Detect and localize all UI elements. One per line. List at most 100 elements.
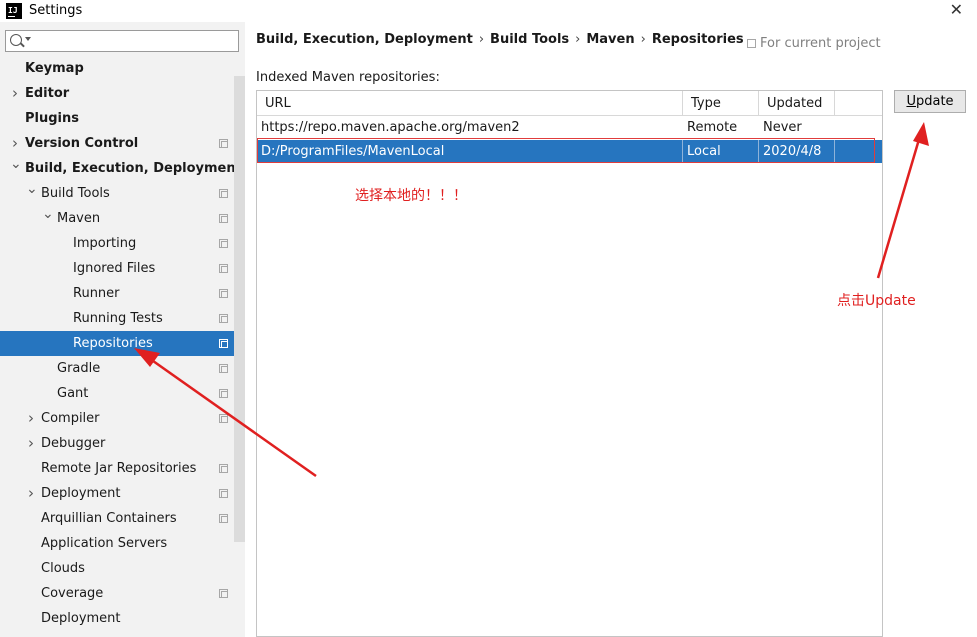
chevron-right-icon[interactable]: › [26,481,36,506]
chevron-right-icon[interactable]: › [26,431,36,456]
project-scope-icon [219,339,228,348]
breadcrumb-separator: › [478,32,485,47]
breadcrumb: Build, Execution, Deployment › Build Tools… [256,32,750,47]
sidebar-item-label: Arquillian Containers [41,511,177,526]
update-button[interactable]: Update [894,90,966,113]
table-cell-updated: Never [763,120,802,135]
sidebar-item-label: Importing [73,236,137,251]
breadcrumb-item: Maven [586,32,635,47]
column-header-type[interactable]: Type [683,91,759,116]
sidebar-item[interactable]: Application Servers [0,531,233,556]
sidebar-item-label: Running Tests [73,311,163,326]
sidebar-item[interactable]: Running Tests [0,306,233,331]
sidebar-item[interactable]: Coverage [0,581,233,606]
sidebar-item-label: Version Control [25,136,139,151]
chevron-down-icon[interactable]: ⌄ [26,177,38,202]
sidebar-item-label: Maven [57,211,101,226]
project-scope-icon [219,189,228,198]
close-icon[interactable]: ✕ [950,1,963,19]
chevron-down-icon[interactable]: ⌄ [42,202,54,227]
breadcrumb-item: Build, Execution, Deployment [256,32,473,47]
sidebar-item-label: Ignored Files [73,261,156,276]
sidebar-item[interactable]: Importing [0,231,233,256]
settings-search-box[interactable] [5,30,239,52]
sidebar-item[interactable]: Arquillian Containers [0,506,233,531]
project-scope-icon [747,39,756,48]
sidebar-item[interactable]: Plugins [0,106,233,131]
project-scope-icon [219,289,228,298]
settings-tree: Keymap › Editor Plugins › Version Control ⌄ Bui… [0,56,245,631]
sidebar-item[interactable]: Deployment [0,606,233,631]
indexed-repos-label: Indexed Maven repositories: [256,70,440,85]
sidebar-item-label: Debugger [41,436,106,451]
sidebar-item-label: Deployment [41,611,121,626]
sidebar-scrollbar[interactable] [234,76,245,542]
breadcrumb-separator: › [640,32,646,47]
project-scope-icon [219,214,228,223]
breadcrumb-separator: › [575,32,581,47]
search-icon [10,34,22,46]
chevron-down-icon[interactable] [25,37,31,41]
sidebar-item[interactable]: › Editor [0,81,233,106]
sidebar-item[interactable]: Remote Jar Repositories [0,456,233,481]
column-header-url[interactable]: URL [257,91,683,116]
annotation-highlight-box [257,138,875,163]
project-scope-icon [219,139,228,148]
sidebar-item-label: Editor [25,86,70,101]
sidebar-item[interactable]: Gant [0,381,233,406]
sidebar-item[interactable]: Ignored Files [0,256,233,281]
intellij-logo-icon: IJ [6,3,22,19]
sidebar-item-label: Coverage [41,586,104,601]
sidebar-item[interactable]: ⌄ Maven [0,206,233,231]
table-cell-url: https://repo.maven.apache.org/maven2 [261,120,520,135]
project-scope-icon [219,464,228,473]
annotation-click-update: 点击Update [837,293,916,309]
sidebar-item-label: Plugins [25,111,79,126]
project-scope-icon [219,314,228,323]
repositories-table: URL Type Updated https://repo.maven.apac… [256,90,883,637]
column-header-updated[interactable]: Updated [759,91,835,116]
sidebar-item-label: Repositories [73,336,153,351]
settings-sidebar: Keymap › Editor Plugins › Version Control ⌄ Bui… [0,22,245,637]
project-scope-icon [219,589,228,598]
project-scope-icon [219,389,228,398]
sidebar-item[interactable]: › Version Control [0,131,233,156]
project-scope-icon [219,514,228,523]
project-scope-icon [219,364,228,373]
sidebar-item-label: Keymap [25,61,84,76]
sidebar-item[interactable]: Clouds [0,556,233,581]
sidebar-item[interactable]: › Compiler [0,406,233,431]
for-current-project-hint: For current project [747,36,881,51]
project-scope-icon [219,414,228,423]
sidebar-item[interactable]: › Deployment [0,481,233,506]
project-scope-icon [219,239,228,248]
annotation-select-local: 选择本地的！！！ [355,188,467,204]
sidebar-item[interactable]: Repositories [0,331,245,356]
sidebar-item[interactable]: ⌄ Build Tools [0,181,233,206]
table-row[interactable]: https://repo.maven.apache.org/maven2 Remo… [257,116,882,139]
sidebar-item[interactable]: Runner [0,281,233,306]
title-bar: IJ Settings ✕ [0,0,977,22]
arrow-to-update [876,122,929,279]
sidebar-item-label: Deployment [41,486,121,501]
sidebar-item-label: Gant [57,386,89,401]
sidebar-item-label: Runner [73,286,120,301]
table-header: URL Type Updated [257,91,882,116]
chevron-right-icon[interactable]: › [26,406,36,431]
chevron-right-icon[interactable]: › [10,81,20,106]
breadcrumb-item: Repositories [651,32,744,47]
table-cell-type: Remote [687,120,738,135]
sidebar-item[interactable]: › Debugger [0,431,233,456]
sidebar-item-label: Clouds [41,561,85,576]
sidebar-item-label: Gradle [57,361,101,376]
breadcrumb-item: Build Tools [490,32,570,47]
sidebar-item-label: Build, Execution, Deployment [25,161,242,176]
sidebar-item[interactable]: Gradle [0,356,233,381]
sidebar-item-label: Application Servers [41,536,168,551]
sidebar-item-label: Remote Jar Repositories [41,461,197,476]
settings-search-input[interactable] [34,32,234,50]
sidebar-item[interactable]: Keymap [0,56,233,81]
chevron-down-icon[interactable]: ⌄ [10,152,22,177]
project-scope-icon [219,264,228,273]
project-scope-icon [219,489,228,498]
